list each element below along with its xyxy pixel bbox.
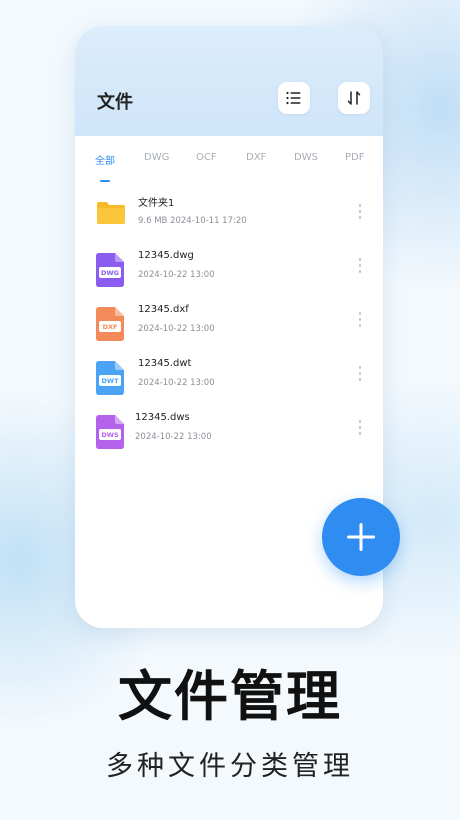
file-name: 12345.dwg — [138, 250, 194, 261]
more-options-button[interactable] — [358, 366, 362, 386]
tab-ocf[interactable]: OCF — [196, 152, 217, 163]
add-file-button[interactable] — [322, 498, 400, 576]
svg-text:DWS: DWS — [101, 431, 119, 439]
file-meta: 9.6 MB 2024-10-11 17:20 — [138, 216, 247, 226]
list-item[interactable]: DWT 12345.dwt 2024-10-22 13:00 — [75, 358, 383, 408]
dws-file-icon: DWS — [96, 415, 124, 449]
app-header: 文件 — [75, 26, 383, 136]
tab-all[interactable]: 全部 — [95, 152, 115, 167]
list-item[interactable]: DWS 12345.dws 2024-10-22 13:00 — [75, 412, 383, 462]
dxf-file-icon: DXF — [96, 307, 124, 341]
svg-text:DWG: DWG — [101, 269, 119, 277]
folder-icon — [97, 202, 125, 224]
promo-subtitle: 多种文件分类管理 — [106, 751, 354, 782]
file-type-tabs: 全部 DWG OCF DXF DWS PDF — [75, 150, 383, 180]
file-meta: 2024-10-22 13:00 — [138, 270, 215, 280]
list-item[interactable]: DXF 12345.dxf 2024-10-22 13:00 — [75, 304, 383, 354]
promo-title: 文件管理 — [118, 665, 342, 728]
plus-icon — [347, 523, 375, 551]
page-title: 文件 — [97, 92, 133, 113]
active-tab-indicator — [100, 180, 110, 182]
more-options-button[interactable] — [358, 204, 362, 224]
file-meta: 2024-10-22 13:00 — [138, 378, 215, 388]
svg-text:DXF: DXF — [103, 323, 118, 331]
list-item[interactable]: DWG 12345.dwg 2024-10-22 13:00 — [75, 250, 383, 300]
sort-icon — [347, 91, 361, 105]
svg-text:DWT: DWT — [102, 377, 120, 385]
tab-dws[interactable]: DWS — [294, 152, 318, 163]
list-icon — [286, 91, 301, 105]
tab-dxf[interactable]: DXF — [246, 152, 266, 163]
list-item[interactable]: 文件夹1 9.6 MB 2024-10-11 17:20 — [75, 196, 383, 246]
more-options-button[interactable] — [358, 312, 362, 332]
dwt-file-icon: DWT — [96, 361, 124, 395]
more-options-button[interactable] — [358, 420, 362, 440]
file-meta: 2024-10-22 13:00 — [135, 432, 212, 442]
tab-pdf[interactable]: PDF — [345, 152, 364, 163]
tab-dwg[interactable]: DWG — [144, 152, 169, 163]
file-name: 12345.dxf — [138, 304, 189, 315]
file-name: 12345.dwt — [138, 358, 192, 369]
list-view-button[interactable] — [278, 82, 310, 114]
file-name: 12345.dws — [135, 412, 190, 423]
more-options-button[interactable] — [358, 258, 362, 278]
file-meta: 2024-10-22 13:00 — [138, 324, 215, 334]
dwg-file-icon: DWG — [96, 253, 124, 287]
file-name: 文件夹1 — [138, 198, 175, 209]
sort-button[interactable] — [338, 82, 370, 114]
